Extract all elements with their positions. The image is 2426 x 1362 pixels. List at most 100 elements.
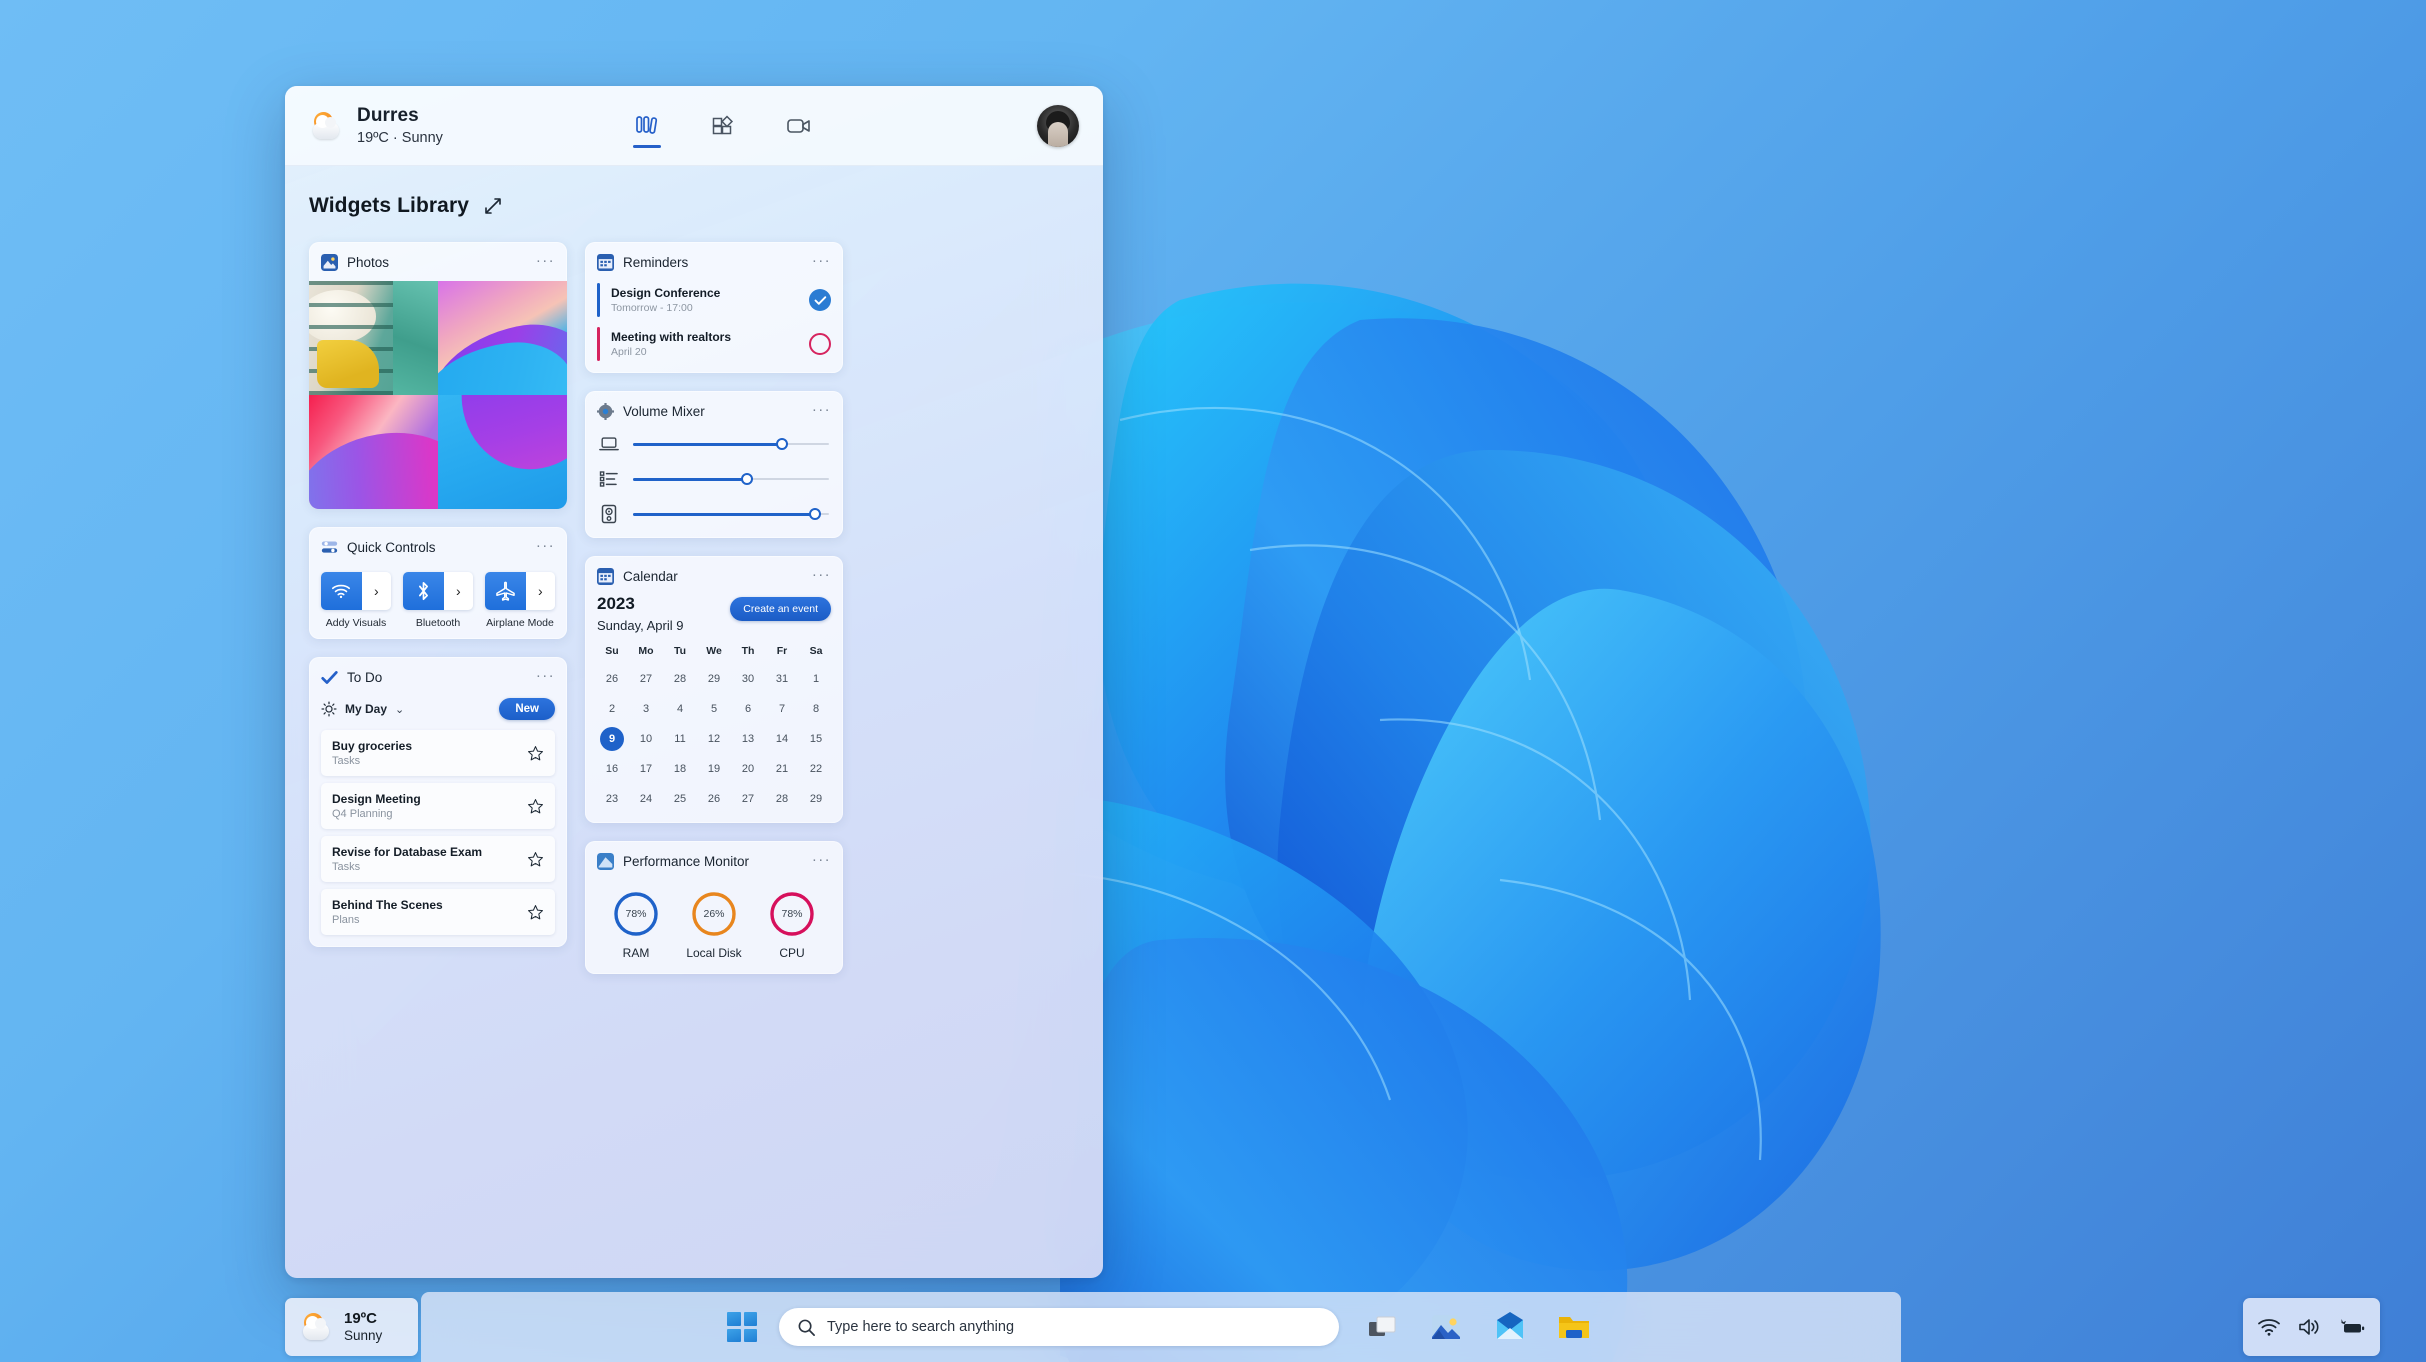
widget-calendar[interactable]: Calendar ··· 2023 Sunday, April 9 Create…	[585, 556, 843, 823]
calendar-dow: Fr	[776, 644, 788, 657]
calendar-day[interactable]: 20	[736, 757, 760, 781]
widget-menu-button[interactable]: ···	[536, 538, 555, 557]
calendar-day[interactable]: 13	[736, 727, 760, 751]
todo-list-selector[interactable]: My Day ⌄ New	[309, 696, 567, 730]
widget-menu-button[interactable]: ···	[536, 668, 555, 687]
calendar-day[interactable]: 7	[770, 697, 794, 721]
photos-app-button[interactable]	[1425, 1306, 1467, 1348]
calendar-day-today[interactable]: 9	[600, 726, 624, 751]
widget-menu-button[interactable]: ···	[812, 567, 831, 586]
calendar-day[interactable]: 27	[634, 667, 658, 691]
volume-slider-apps[interactable]	[633, 471, 829, 487]
calendar-day[interactable]: 4	[668, 697, 692, 721]
wifi-tray-button[interactable]	[2257, 1318, 2281, 1337]
calendar-day[interactable]: 26	[702, 787, 726, 811]
widget-photos[interactable]: Photos ···	[309, 242, 567, 509]
calendar-day[interactable]: 21	[770, 757, 794, 781]
volume-tray-button[interactable]	[2297, 1317, 2322, 1337]
calendar-selected-date: Sunday, April 9	[597, 617, 684, 633]
calendar-day[interactable]: 31	[770, 667, 794, 691]
calendar-day[interactable]: 15	[804, 727, 828, 751]
calendar-day[interactable]: 1	[804, 667, 828, 691]
calendar-day[interactable]: 6	[736, 697, 760, 721]
slider-knob[interactable]	[775, 438, 788, 450]
slider-knob[interactable]	[740, 473, 753, 485]
task-view-button[interactable]	[1361, 1306, 1403, 1348]
calendar-day[interactable]: 12	[702, 727, 726, 751]
widget-menu-button[interactable]: ···	[812, 852, 831, 871]
calendar-day[interactable]: 25	[668, 787, 692, 811]
calendar-day[interactable]: 26	[600, 667, 624, 691]
tab-video[interactable]	[779, 104, 819, 148]
calendar-day[interactable]: 29	[804, 787, 828, 811]
calendar-day[interactable]: 27	[736, 787, 760, 811]
calendar-day[interactable]: 29	[702, 667, 726, 691]
star-icon[interactable]	[527, 745, 544, 762]
list-item[interactable]: Meeting with realtors April 20	[597, 327, 831, 361]
calendar-day[interactable]: 23	[600, 787, 624, 811]
widget-reminders[interactable]: Reminders ··· Design Conference Tomorrow…	[585, 242, 843, 373]
widget-menu-button[interactable]: ···	[812, 402, 831, 421]
calendar-day[interactable]: 3	[634, 697, 658, 721]
airplane-toggle-button[interactable]: ›	[485, 572, 555, 610]
new-task-button[interactable]: New	[499, 698, 555, 720]
calendar-day[interactable]: 30	[736, 667, 760, 691]
widget-quick-controls[interactable]: Quick Controls ··· › Addy Visuals › Blue…	[309, 527, 567, 639]
photo-tile[interactable]	[438, 395, 567, 509]
list-item[interactable]: Behind The Scenes Plans	[321, 889, 555, 935]
widget-todo[interactable]: To Do ··· My Day ⌄ New Buy groceries Tas…	[309, 657, 567, 947]
calendar-day[interactable]: 10	[634, 727, 658, 751]
calendar-day[interactable]: 2	[600, 697, 624, 721]
wifi-toggle-button[interactable]: ›	[321, 572, 391, 610]
list-item[interactable]: Buy groceries Tasks	[321, 730, 555, 776]
quick-control-item: › Airplane Mode	[485, 572, 555, 629]
calendar-day[interactable]: 5	[702, 697, 726, 721]
windows-start-button[interactable]	[727, 1312, 757, 1342]
calendar-day[interactable]: 8	[804, 697, 828, 721]
calendar-day[interactable]: 11	[668, 727, 692, 751]
header-weather[interactable]: Durres 19ºC · Sunny	[309, 105, 539, 146]
widget-volume-mixer[interactable]: Volume Mixer ···	[585, 391, 843, 538]
volume-slider-speaker[interactable]	[633, 506, 829, 522]
file-explorer-button[interactable]	[1553, 1306, 1595, 1348]
reminder-complete-checkbox[interactable]	[809, 333, 831, 355]
battery-tray-button[interactable]	[2338, 1318, 2366, 1336]
list-item[interactable]: Design Conference Tomorrow - 17:00	[597, 283, 831, 317]
quick-controls-row: › Addy Visuals › Bluetooth › Airplane Mo…	[309, 566, 567, 639]
star-icon[interactable]	[527, 851, 544, 868]
calendar-day[interactable]: 24	[634, 787, 658, 811]
volume-slider-device[interactable]	[633, 436, 829, 452]
bluetooth-toggle-button[interactable]: ›	[403, 572, 473, 610]
widget-menu-button[interactable]: ···	[536, 253, 555, 272]
mail-app-button[interactable]	[1489, 1306, 1531, 1348]
calendar-day[interactable]: 28	[770, 787, 794, 811]
slider-knob[interactable]	[809, 508, 822, 520]
tab-widgets-library[interactable]	[703, 104, 743, 148]
star-icon[interactable]	[527, 798, 544, 815]
search-input[interactable]: Type here to search anything	[779, 1308, 1339, 1346]
photo-tile[interactable]	[438, 281, 567, 395]
reminder-complete-checkbox[interactable]	[809, 289, 831, 311]
calendar-day[interactable]: 14	[770, 727, 794, 751]
widget-performance-monitor[interactable]: Performance Monitor ··· 78% RAM 26% Loca…	[585, 840, 843, 974]
taskbar-weather-widget[interactable]: 19ºC Sunny	[285, 1298, 418, 1356]
calendar-day[interactable]: 18	[668, 757, 692, 781]
create-event-button[interactable]: Create an event	[730, 597, 831, 621]
list-item[interactable]: Revise for Database Exam Tasks	[321, 836, 555, 882]
calendar-day[interactable]: 19	[702, 757, 726, 781]
calendar-day[interactable]: 28	[668, 667, 692, 691]
photo-tile[interactable]	[309, 395, 438, 509]
calendar-day[interactable]: 22	[804, 757, 828, 781]
list-item[interactable]: Design Meeting Q4 Planning	[321, 783, 555, 829]
star-icon[interactable]	[527, 904, 544, 921]
calendar-day[interactable]: 16	[600, 757, 624, 781]
avatar[interactable]	[1037, 104, 1079, 147]
quick-control-label: Bluetooth	[415, 617, 461, 629]
bloom-svg	[860, 283, 1881, 1362]
calendar-day[interactable]: 17	[634, 757, 658, 781]
expand-diagonal-icon[interactable]	[483, 196, 503, 216]
progress-ring-local-disk: 26%	[690, 890, 738, 938]
tab-widgets-pinned[interactable]	[627, 104, 667, 148]
widget-menu-button[interactable]: ···	[812, 253, 831, 272]
photo-tile[interactable]	[309, 281, 438, 395]
